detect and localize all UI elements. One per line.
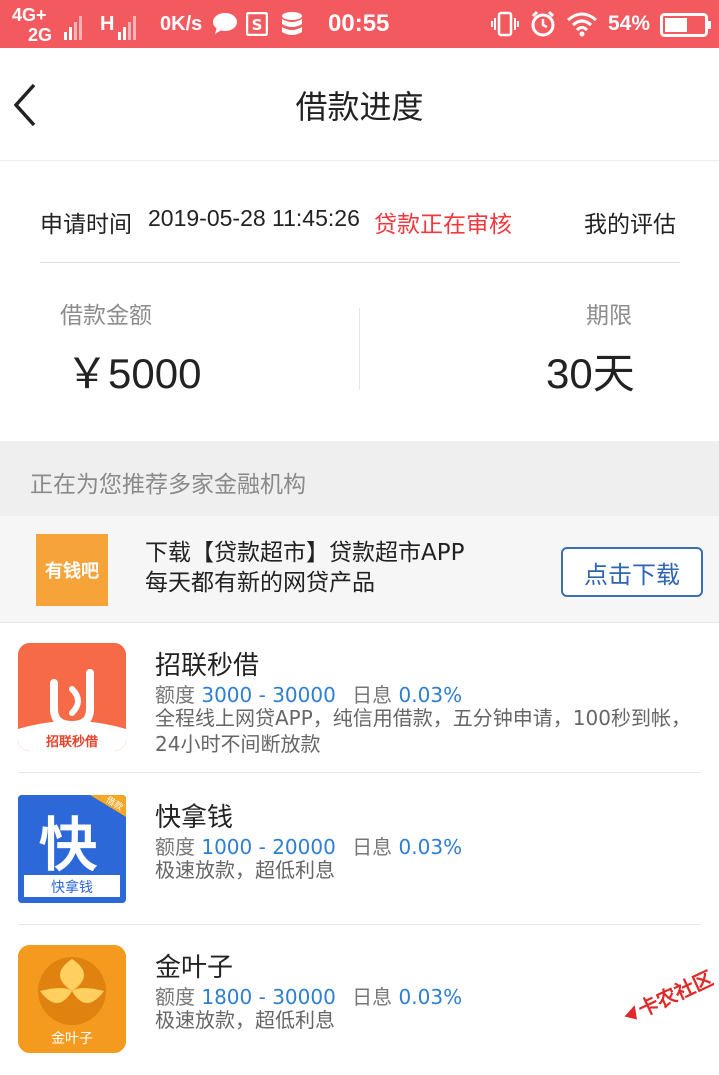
product-desc: 全程线上网贷APP，纯信用借款，五分钟申请，100秒到帐，24小时不间断放款 [155,706,691,756]
app-notification-icon: S [246,12,268,36]
signal-icon [118,10,136,40]
limit-label: 额度 [155,835,195,859]
jinyezi-app-icon: 金叶子 [18,945,126,1053]
product-meta: 额度 1800 - 30000 日息 0.03% [155,981,462,1010]
divider [18,772,701,773]
clock-time: 00:55 [328,10,390,37]
kuainaqian-logo-icon: 快 快拿钱 借款 [18,795,126,903]
svg-text:快: 快 [39,811,98,879]
rate-value: 0.03% [398,835,463,859]
kuainaqian-app-icon: 快 快拿钱 借款 [18,795,126,903]
battery-percent: 54% [608,12,651,35]
recommend-header: 正在为您推荐多家金融机构 [0,441,719,516]
list-item[interactable]: 金叶子 金叶子 额度 1800 - 30000 日息 0.03% 极速放款，超低… [0,925,719,1075]
limit-value: 1000 - 20000 [201,835,336,859]
svg-text:招联秒借: 招联秒借 [46,734,98,750]
product-name: 快拿钱 [155,803,234,833]
apply-time-label: 申请时间 [40,212,132,238]
term-value: 30天 [546,350,635,397]
limit-label: 额度 [155,985,195,1009]
net-speed: 0K/s [160,13,203,35]
promo-line-1: 下载【贷款超市】贷款超市APP [145,540,465,566]
download-button-label: 点击下载 [584,560,680,589]
recommend-title: 正在为您推荐多家金融机构 [30,472,306,498]
network-2g: 2G [28,25,53,45]
promo-logo-text: 有钱吧 [45,561,99,582]
promo-banner: 有钱吧 下载【贷款超市】贷款超市APP 每天都有新的网贷产品 点击下载 [0,516,719,623]
status-bar: 4G+ 2G H 0K/s S 00:55 54% [0,0,719,48]
download-button[interactable]: 点击下载 [561,547,703,597]
svg-text:S: S [252,16,263,34]
nav-header: 借款进度 [0,48,719,161]
product-meta: 额度 3000 - 30000 日息 0.03% [155,679,462,708]
svg-text:金叶子: 金叶子 [51,1031,93,1047]
limit-value: 3000 - 30000 [201,683,336,707]
limit-value: 1800 - 30000 [201,985,336,1009]
product-name: 招联秒借 [155,651,260,681]
wifi-icon [567,12,597,37]
promo-line-2: 每天都有新的网贷产品 [145,570,375,596]
storage-icon [282,12,302,35]
rate-label: 日息 [352,683,393,707]
jinyezi-logo-icon: 金叶子 [18,945,126,1053]
rate-value: 0.03% [398,985,463,1009]
apply-time-value: 2019-05-28 11:45:26 [148,205,360,231]
promo-app-logo: 有钱吧 [36,534,108,606]
zhaolian-logo-icon: 招联秒借 [18,643,126,751]
apply-info-row: 申请时间 2019-05-28 11:45:26 贷款正在审核 我的评估 [40,205,680,239]
watermark-logo: 卡农社区 [624,966,714,1022]
amount-label: 借款金额 [60,303,152,329]
svg-text:卡农社区: 卡农社区 [634,966,714,1022]
battery-icon [660,13,711,37]
svg-text:快拿钱: 快拿钱 [51,879,93,896]
alarm-icon [531,10,555,37]
divider [40,262,680,263]
signal-icon [64,10,82,40]
rate-label: 日息 [352,985,393,1009]
zhaolian-app-icon: 招联秒借 [18,643,126,751]
product-name: 金叶子 [155,953,234,983]
chat-icon [213,13,237,34]
rate-value: 0.03% [398,683,463,707]
my-evaluation-link[interactable]: 我的评估 [584,205,676,239]
network-4g: 4G+ [12,5,47,25]
vibrate-icon [491,11,519,37]
product-meta: 额度 1000 - 20000 日息 0.03% [155,831,462,860]
divider [359,308,360,390]
rate-label: 日息 [352,835,393,859]
network-h: H [100,13,115,35]
page-title: 借款进度 [295,88,424,126]
amount-value: ￥5000 [66,350,202,397]
limit-label: 额度 [155,683,195,707]
list-item[interactable]: 快 快拿钱 借款 快拿钱 额度 1000 - 20000 日息 0.03% 极速… [0,775,719,925]
term-label: 期限 [586,303,632,329]
list-item[interactable]: 招联秒借 招联秒借 额度 3000 - 30000 日息 0.03% 全程线上网… [0,623,719,773]
loan-status: 贷款正在审核 [374,212,512,238]
product-desc: 极速放款，超低利息 [155,858,335,882]
